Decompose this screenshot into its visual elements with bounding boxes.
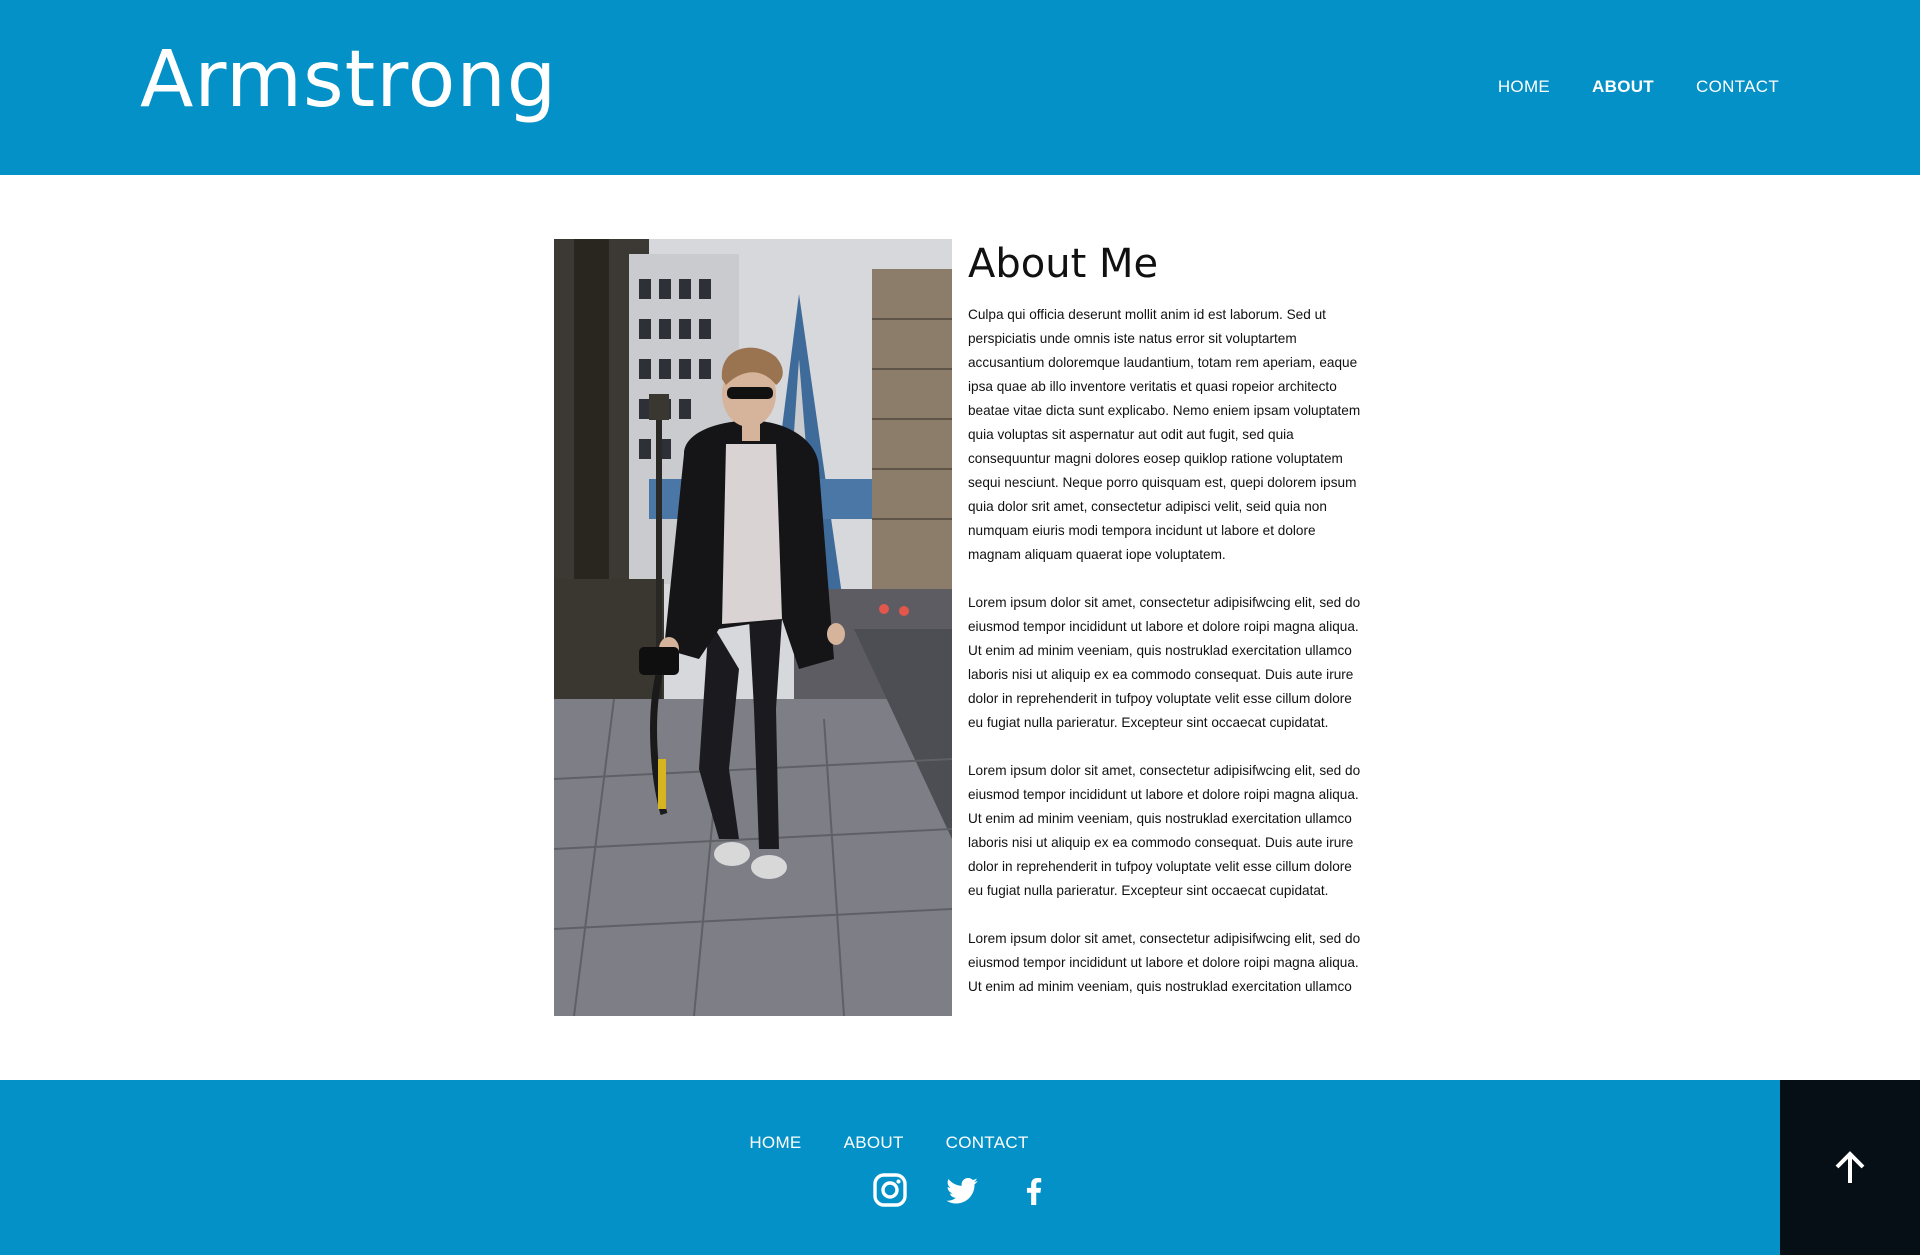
footer-contact-link[interactable]: CONTACT xyxy=(946,1130,1029,1156)
nav-contact-link[interactable]: CONTACT xyxy=(1696,74,1779,100)
site-logo[interactable]: Armstrong xyxy=(140,28,557,132)
profile-photo-illustration xyxy=(554,239,952,1016)
arrow-up-icon xyxy=(1835,1150,1865,1183)
social-links xyxy=(872,1172,1052,1208)
about-paragraph: Lorem ipsum dolor sit amet, consectetur … xyxy=(968,931,1361,994)
footer-home-link[interactable]: HOME xyxy=(749,1130,801,1156)
site-footer: HOME ABOUT CONTACT xyxy=(0,1080,1780,1255)
about-paragraph: Culpa qui officia deserunt mollit anim i… xyxy=(968,307,1361,562)
nav-about-link[interactable]: ABOUT xyxy=(1592,74,1654,100)
nav-home-link[interactable]: HOME xyxy=(1498,74,1550,100)
about-paragraph: Lorem ipsum dolor sit amet, consectetur … xyxy=(968,595,1361,730)
facebook-icon[interactable] xyxy=(1016,1172,1052,1208)
about-section: About Me Culpa qui officia deserunt moll… xyxy=(968,239,1368,1016)
twitter-icon[interactable] xyxy=(944,1172,980,1208)
instagram-icon[interactable] xyxy=(872,1172,908,1208)
main-nav: HOME ABOUT CONTACT xyxy=(1498,74,1779,100)
footer-about-link[interactable]: ABOUT xyxy=(844,1130,904,1156)
about-title: About Me xyxy=(968,241,1159,287)
footer-nav: HOME ABOUT CONTACT xyxy=(0,1130,1780,1156)
site-header: Armstrong HOME ABOUT CONTACT xyxy=(0,0,1920,175)
about-paragraph: Lorem ipsum dolor sit amet, consectetur … xyxy=(968,763,1361,898)
profile-photo xyxy=(554,239,952,1016)
back-to-top-button[interactable] xyxy=(1780,1080,1920,1255)
